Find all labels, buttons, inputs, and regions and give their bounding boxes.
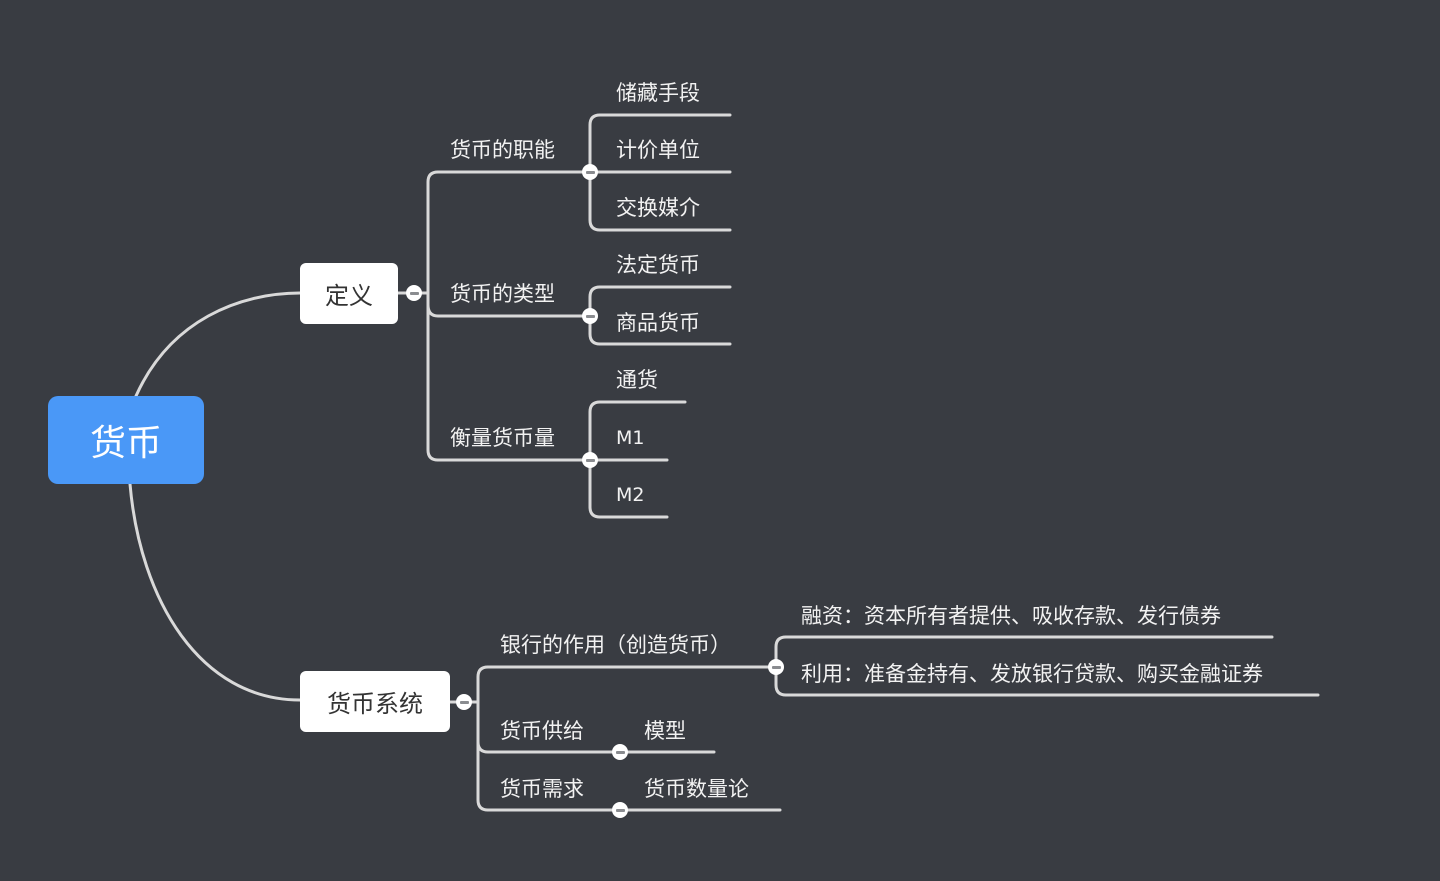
branch-system-label: 货币系统 xyxy=(327,690,423,718)
collapse-types-toggle[interactable] xyxy=(582,308,598,324)
topic-commodity-money[interactable]: 商品货币 xyxy=(616,313,700,334)
collapse-functions-toggle[interactable] xyxy=(582,164,598,180)
collapse-supply-toggle[interactable] xyxy=(612,744,628,760)
topic-bank-role[interactable]: 银行的作用（创造货币） xyxy=(500,635,731,656)
root-node[interactable]: 货币 xyxy=(48,396,204,484)
topic-usage[interactable]: 利用：准备金持有、发放银行贷款、购买金融证券 xyxy=(801,664,1263,685)
topic-m1[interactable]: M1 xyxy=(616,429,644,448)
topic-types[interactable]: 货币的类型 xyxy=(450,284,555,305)
collapse-demand-toggle[interactable] xyxy=(612,802,628,818)
topic-measure[interactable]: 衡量货币量 xyxy=(450,428,555,449)
topic-fiat-money[interactable]: 法定货币 xyxy=(616,255,700,276)
topic-store-of-value[interactable]: 储藏手段 xyxy=(616,83,700,104)
topic-model[interactable]: 模型 xyxy=(644,721,686,742)
topic-financing[interactable]: 融资：资本所有者提供、吸收存款、发行债券 xyxy=(801,606,1221,627)
topic-currency[interactable]: 通货 xyxy=(616,370,658,391)
collapse-bank-role-toggle[interactable] xyxy=(768,659,784,675)
collapse-measure-toggle[interactable] xyxy=(582,452,598,468)
collapse-definition-toggle[interactable] xyxy=(406,285,422,301)
topic-medium-of-exchange[interactable]: 交换媒介 xyxy=(616,198,700,219)
topic-unit-of-account[interactable]: 计价单位 xyxy=(616,140,700,161)
connector-root-system xyxy=(128,482,302,702)
topic-m2[interactable]: M2 xyxy=(616,486,644,505)
collapse-system-toggle[interactable] xyxy=(456,694,472,710)
branch-definition[interactable]: 定义 xyxy=(300,263,398,324)
topic-money-demand[interactable]: 货币需求 xyxy=(500,779,584,800)
branch-system[interactable]: 货币系统 xyxy=(300,671,450,732)
topic-functions[interactable]: 货币的职能 xyxy=(450,140,555,161)
connector-system-vertical xyxy=(476,665,490,812)
branch-definition-label: 定义 xyxy=(325,282,373,310)
topic-quantity-theory[interactable]: 货币数量论 xyxy=(644,779,749,800)
topic-money-supply[interactable]: 货币供给 xyxy=(500,721,584,742)
root-label: 货币 xyxy=(89,423,162,464)
connector-root-definition xyxy=(134,291,302,398)
underline-types xyxy=(426,303,584,318)
connector-lines xyxy=(128,113,1320,812)
